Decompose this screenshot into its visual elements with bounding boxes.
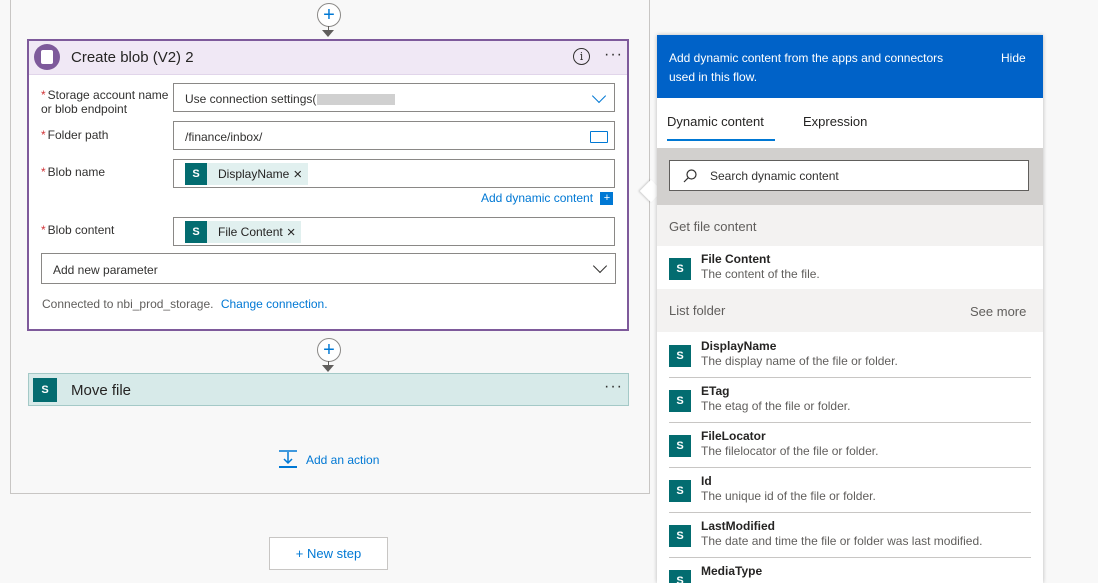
search-icon xyxy=(682,168,698,184)
list-item[interactable]: S ETag The etag of the file or folder. xyxy=(669,378,1031,423)
hide-button[interactable]: Hide xyxy=(1001,51,1026,65)
card-title: Move file xyxy=(71,382,132,399)
sharepoint-icon: S xyxy=(669,525,691,547)
card-header[interactable]: Create blob (V2) 2 i ··· xyxy=(29,41,627,75)
remove-token-icon[interactable]: × xyxy=(293,166,308,183)
sharepoint-icon: S xyxy=(669,570,691,583)
sharepoint-icon: S xyxy=(669,345,691,367)
chevron-down-icon[interactable] xyxy=(592,258,608,274)
sharepoint-icon: S xyxy=(33,378,57,402)
move-file-card[interactable]: S Move file ··· xyxy=(28,373,629,406)
group-header-get-file-content: Get file content xyxy=(657,205,1043,246)
list-item[interactable]: S File Content The content of the file. xyxy=(669,246,1031,290)
connector-arrow xyxy=(322,365,334,372)
chevron-down-icon[interactable] xyxy=(591,88,607,104)
dynamic-token[interactable]: S DisplayName × xyxy=(185,163,309,185)
folder-icon[interactable] xyxy=(590,131,608,143)
add-action-label: Add an action xyxy=(306,453,380,467)
tab-underline xyxy=(667,139,775,141)
storage-account-label: * Storage account name or blob endpoint xyxy=(41,88,169,116)
card-title: Create blob (V2) 2 xyxy=(71,49,194,66)
list-item[interactable]: S LastModified The date and time the fil… xyxy=(669,513,1031,558)
dynamic-token[interactable]: S File Content × xyxy=(185,221,302,243)
redacted-text xyxy=(317,94,395,105)
list-item[interactable]: S DisplayName The display name of the fi… xyxy=(669,333,1031,378)
tab-dynamic-content[interactable]: Dynamic content xyxy=(667,114,764,129)
blob-name-label: * Blob name xyxy=(41,165,106,179)
list-item[interactable]: S Id The unique id of the file or folder… xyxy=(669,468,1031,513)
search-zone: Search dynamic content xyxy=(657,148,1043,205)
panel-header: Add dynamic content from the apps and co… xyxy=(657,35,1043,98)
remove-token-icon[interactable]: × xyxy=(287,224,302,241)
list-item[interactable]: S FileLocator The filelocator of the fil… xyxy=(669,423,1031,468)
create-blob-card: Create blob (V2) 2 i ··· * Storage accoun… xyxy=(27,39,629,331)
folder-path-label: * Folder path xyxy=(41,128,109,142)
connector-arrow xyxy=(322,30,334,37)
add-dynamic-content-link[interactable]: Add dynamic content + xyxy=(481,191,614,206)
search-placeholder: Search dynamic content xyxy=(710,169,839,183)
blob-content-label: * Blob content xyxy=(41,223,115,237)
panel-header-text: Add dynamic content from the apps and co… xyxy=(669,51,944,84)
storage-account-select[interactable]: Use connection settings( xyxy=(173,83,615,112)
more-icon[interactable]: ··· xyxy=(604,46,623,64)
list-item[interactable]: S MediaType xyxy=(669,558,1031,583)
dynamic-content-panel: Add dynamic content from the apps and co… xyxy=(657,35,1043,583)
sharepoint-icon: S xyxy=(669,390,691,412)
folder-path-input[interactable]: /finance/inbox/ xyxy=(173,121,615,150)
search-input[interactable]: Search dynamic content xyxy=(669,160,1029,191)
plus-icon[interactable]: + xyxy=(317,338,341,362)
more-icon[interactable]: ··· xyxy=(604,378,623,396)
blob-storage-icon xyxy=(34,44,60,70)
sharepoint-icon: S xyxy=(185,221,207,243)
new-step-button[interactable]: + New step xyxy=(269,537,388,570)
change-connection-link[interactable]: Change connection. xyxy=(221,297,328,311)
add-action-icon xyxy=(278,449,298,469)
group-header-list-folder: List folder See more xyxy=(657,289,1043,332)
see-more-link[interactable]: See more xyxy=(970,304,1026,319)
info-icon[interactable]: i xyxy=(573,48,590,65)
panel-tabs: Dynamic content Expression xyxy=(657,98,1043,148)
plus-icon[interactable]: + xyxy=(317,3,341,27)
sharepoint-icon: S xyxy=(669,435,691,457)
tab-expression[interactable]: Expression xyxy=(803,114,867,129)
sharepoint-icon: S xyxy=(669,480,691,502)
sharepoint-icon: S xyxy=(185,163,207,185)
add-icon: + xyxy=(600,192,614,206)
blob-name-input[interactable]: S DisplayName × xyxy=(173,159,615,188)
connection-info: Connected to nbi_prod_storage. Change co… xyxy=(42,297,328,311)
add-new-parameter-select[interactable]: Add new parameter xyxy=(41,253,616,284)
blob-content-input[interactable]: S File Content × xyxy=(173,217,615,246)
sharepoint-icon: S xyxy=(669,258,691,280)
